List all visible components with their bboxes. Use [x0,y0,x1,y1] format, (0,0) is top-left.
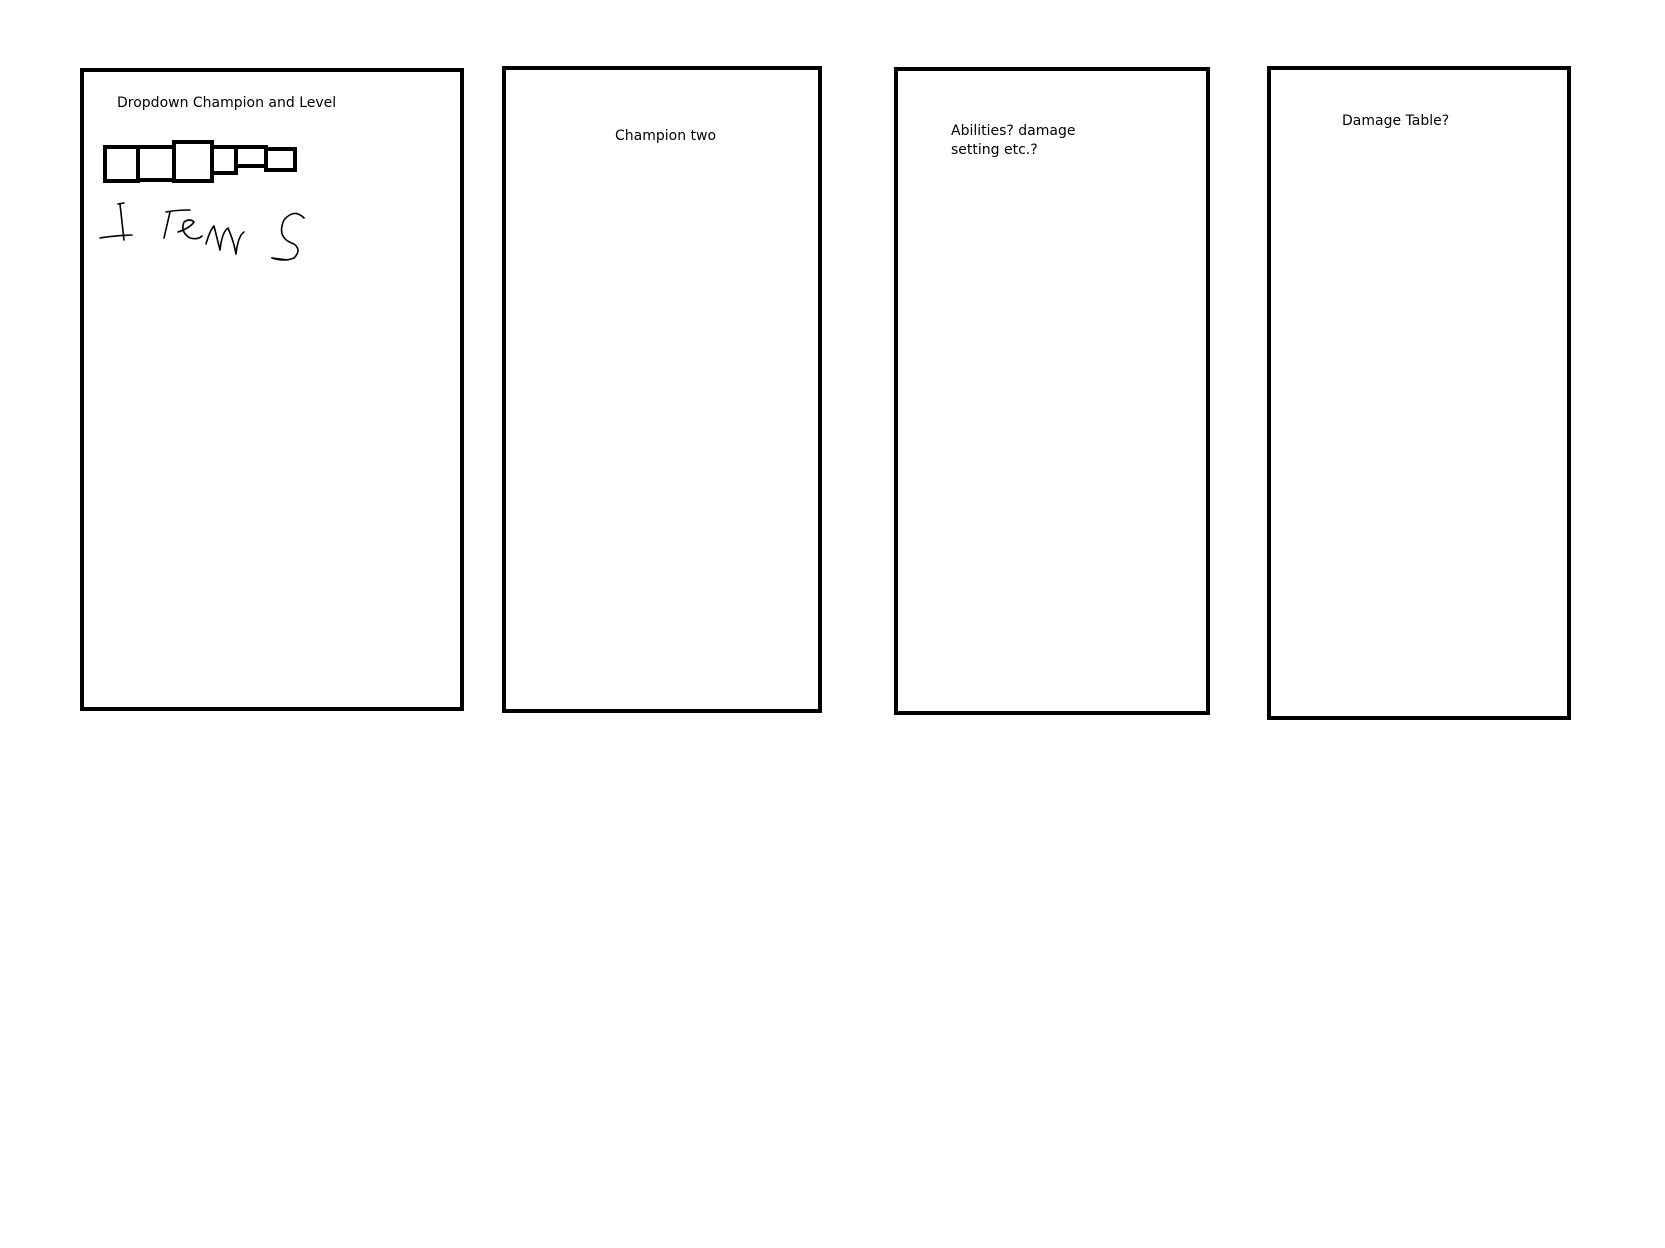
abilities-panel [894,67,1210,715]
item-slot [234,145,268,168]
champion-two-label: Champion two [615,128,717,144]
item-slot [103,145,140,183]
damage-table-label: Damage Table? [1342,113,1450,129]
abilities-label-line-2: setting etc.? [951,142,1038,158]
damage-table-panel [1267,66,1571,720]
items-handwritten-note [99,202,305,261]
abilities-label-line-1: Abilities? damage [951,123,1076,139]
item-slot [172,140,214,183]
item-slot [136,145,176,182]
champion-two-panel [502,66,822,713]
champion-level-dropdown-label: Dropdown Champion and Level [117,95,337,111]
item-slot [264,147,297,172]
